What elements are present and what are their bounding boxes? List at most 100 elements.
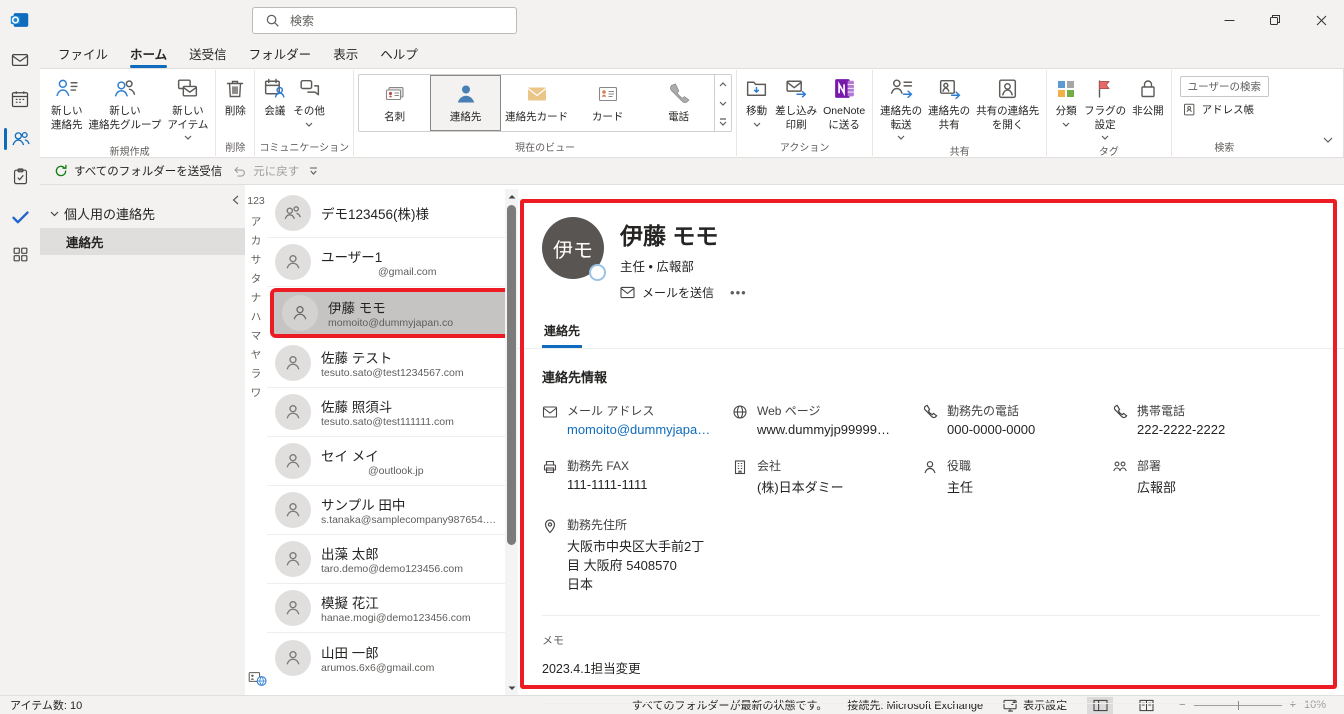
tab-send-receive[interactable]: 送受信 [179,40,237,69]
person-avatar-icon [275,541,311,577]
send-mail-button[interactable]: メールを送信 [620,284,714,301]
building-icon [732,459,748,475]
phone-icon [1112,404,1128,420]
ribbon: 新しい 連絡先 新しい 連絡先グループ 新しい アイテム 新規作成 [40,68,1344,158]
tasks-nav-icon[interactable] [0,167,40,189]
other-button[interactable]: その他 [290,70,328,129]
new-contact-button[interactable]: 新しい 連絡先 [48,70,86,134]
view-gallery: 名刺 連絡先 連絡先カード [358,74,732,132]
view-card[interactable]: カード [572,75,643,131]
collapse-pane-icon[interactable] [232,195,239,205]
delete-button[interactable]: 削除 [220,70,250,121]
find-user-input[interactable]: ユーザーの検索 [1180,76,1269,97]
restore-button[interactable] [1252,0,1298,40]
group-label-tags: タグ [1051,142,1167,160]
mail-nav-icon[interactable] [0,50,40,72]
scrollbar-thumb[interactable] [507,205,516,545]
field-company: 会社(株)日本ダミー [732,457,922,496]
ribbon-group-current-view: 名刺 連絡先 連絡先カード [353,70,736,156]
menu-bar: ファイル ホーム 送受信 フォルダー 表示 ヘルプ [40,40,1344,68]
ribbon-collapse-icon[interactable] [1323,137,1333,143]
group-avatar-icon [275,195,311,231]
todo-nav-icon[interactable] [0,206,40,228]
zoom-out-icon[interactable]: − [1179,699,1185,711]
new-item-button[interactable]: 新しい アイテム [164,70,211,142]
list-item-selected[interactable]: 伊藤 モモmomoito@dummyjapan.co [274,292,511,334]
zoom-level: 10% [1304,699,1334,711]
close-button[interactable] [1298,0,1344,40]
list-item[interactable]: 佐藤 テストtesuto.sato@test1234567.com [267,339,518,388]
list-item[interactable]: 山田 一郎arumos.6x6@gmail.com [267,633,518,682]
ribbon-group-actions: 移動 差し込み 印刷 OneNote に送る アクション [736,70,872,156]
more-actions-button[interactable]: ••• [730,285,747,300]
open-shared-contacts-button[interactable]: 共有の連絡先 を開く [973,70,1042,134]
list-item[interactable]: ユーザー1@gmail.com [267,238,518,287]
title-bar: 検索 [0,0,1344,40]
tab-view[interactable]: 表示 [323,40,368,69]
move-button[interactable]: 移動 [741,70,772,129]
list-item[interactable]: 模擬 花江hanae.mogi@demo123456.com [267,584,518,633]
list-item[interactable]: 佐藤 照須斗tesuto.sato@test111111.com [267,388,518,437]
display-settings-button[interactable]: 表示設定 [1003,697,1067,713]
email-link[interactable]: momoito@dummyjapa… [567,422,710,437]
scroll-down-icon[interactable] [505,681,518,695]
tab-home[interactable]: ホーム [120,40,177,69]
zoom-in-icon[interactable]: + [1290,699,1296,711]
chevron-down-icon [305,122,313,127]
alphabet-index[interactable]: 123アカサタナハマヤラワ [245,185,267,695]
folder-root[interactable]: 個人用の連絡先 [40,201,245,226]
more-apps-icon[interactable] [0,245,40,267]
search-input[interactable]: 検索 [252,7,517,34]
meeting-button[interactable]: 会議 [259,70,290,121]
list-item[interactable]: デモ123456(株)様 [267,189,518,238]
mail-merge-icon [784,75,809,102]
share-contact-button[interactable]: 連絡先の 共有 [925,70,973,134]
list-scrollbar[interactable] [505,189,518,695]
folder-item-contacts[interactable]: 連絡先 [40,228,245,255]
minimize-button[interactable] [1206,0,1252,40]
gallery-down-icon [715,94,731,113]
new-contact-group-button[interactable]: 新しい 連絡先グループ [86,70,165,134]
private-button[interactable]: 非公開 [1129,70,1167,121]
send-receive-all-button[interactable]: すべてのフォルダーを送受信 [54,163,222,179]
gallery-scrollbar[interactable] [714,75,731,131]
business-card-icon [382,82,408,106]
chevron-down-icon [897,135,905,140]
list-item[interactable]: サンプル 田中s.tanaka@samplecompany987654.… [267,486,518,535]
qat-customize-icon[interactable] [309,167,318,175]
flag-button[interactable]: フラグの 設定 [1081,70,1129,142]
categorize-button[interactable]: 分類 [1051,70,1081,129]
zoom-slider[interactable] [1194,705,1282,706]
contact-source-icon[interactable] [248,671,268,687]
undo-button[interactable]: 元に戻す [232,163,299,179]
book-view-button[interactable] [1133,697,1159,714]
onenote-button[interactable]: OneNote に送る [820,70,868,134]
tab-file[interactable]: ファイル [48,40,118,69]
chevron-down-icon [753,122,761,127]
group-label-communication: コミュニケーション [259,138,349,156]
scroll-up-icon[interactable] [505,189,518,203]
list-item[interactable]: セイ メイ@outlook.jp [267,437,518,486]
tab-help[interactable]: ヘルプ [370,40,428,69]
ribbon-group-tags: 分類 フラグの 設定 非公開 タグ [1046,70,1171,156]
people-nav-icon[interactable] [0,128,40,150]
view-phone[interactable]: 電話 [643,75,714,131]
list-item[interactable]: 出藻 太郎taro.demo@demo123456.com [267,535,518,584]
card-icon [595,82,621,106]
calendar-nav-icon[interactable] [0,89,40,111]
lock-icon [1136,75,1160,102]
view-business-card[interactable]: 名刺 [359,75,430,131]
chevron-down-icon [184,135,192,140]
address-book-button[interactable]: アドレス帳 [1180,102,1269,117]
tab-contact-detail[interactable]: 連絡先 [542,317,582,348]
chevron-down-icon [1062,122,1070,127]
view-contact[interactable]: 連絡先 [430,75,501,131]
tab-folder[interactable]: フォルダー [239,40,322,69]
status-bar: アイテム数: 10 すべてのフォルダーが最新の状態です。 接続先: Micros… [0,695,1344,714]
reading-pane-view-button[interactable] [1087,697,1113,714]
ribbon-group-find: ユーザーの検索 アドレス帳 検索 [1171,70,1277,156]
view-contact-card[interactable]: 連絡先カード [501,75,572,131]
notes-label: メモ [542,632,1320,648]
mail-merge-button[interactable]: 差し込み 印刷 [772,70,820,134]
forward-contact-button[interactable]: 連絡先の 転送 [877,70,925,142]
